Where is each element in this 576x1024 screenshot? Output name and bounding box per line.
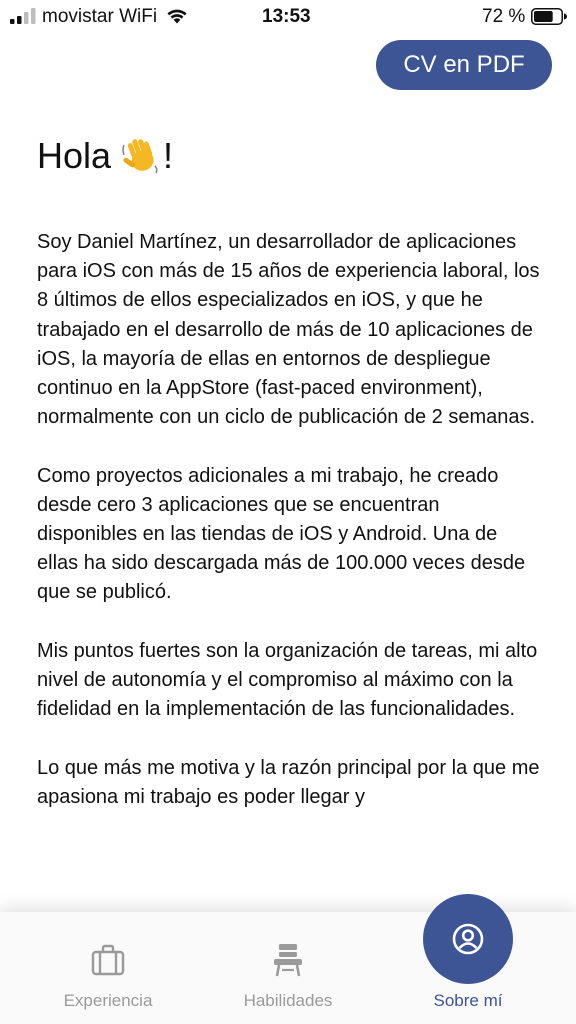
user-circle-icon xyxy=(452,923,484,955)
tab-experiencia[interactable]: Experiencia xyxy=(12,912,204,1024)
cellular-signal-icon xyxy=(10,8,36,24)
carrier-name: movistar WiFi xyxy=(42,6,158,27)
about-content: Soy Daniel Martínez, un desarrollador de… xyxy=(37,228,542,890)
paragraph-intro: Soy Daniel Martínez, un desarrollador de… xyxy=(37,231,540,429)
waving-hand-icon xyxy=(122,139,158,174)
clock-time: 13:53 xyxy=(262,6,311,27)
tab-habilidades[interactable]: Habilidades xyxy=(192,912,384,1024)
greeting-text: Hola xyxy=(37,135,112,176)
wifi-icon xyxy=(167,9,187,24)
paragraph-strengths: Mis puntos fuertes son la organización d… xyxy=(37,639,538,721)
tab-label-sobre-mi: Sobre mí xyxy=(433,991,503,1010)
cv-pdf-button[interactable]: CV en PDF xyxy=(376,40,552,90)
active-tab-indicator[interactable] xyxy=(423,894,513,984)
battery-icon xyxy=(531,8,567,25)
status-bar: movistar WiFi 13:53 72 % xyxy=(0,0,576,34)
desk-chair-icon xyxy=(274,944,302,977)
paragraph-projects: Como proyectos adicionales a mi trabajo,… xyxy=(37,464,526,604)
briefcase-icon xyxy=(91,944,125,976)
greeting-exclamation: ! xyxy=(163,135,174,176)
page-title: Hola ! xyxy=(37,135,173,177)
tab-label-experiencia: Experiencia xyxy=(63,991,153,1010)
battery-percentage: 72 % xyxy=(482,6,526,27)
tab-label-habilidades: Habilidades xyxy=(243,991,333,1010)
paragraph-motivation: Lo que más me motiva y la razón principa… xyxy=(37,756,540,808)
